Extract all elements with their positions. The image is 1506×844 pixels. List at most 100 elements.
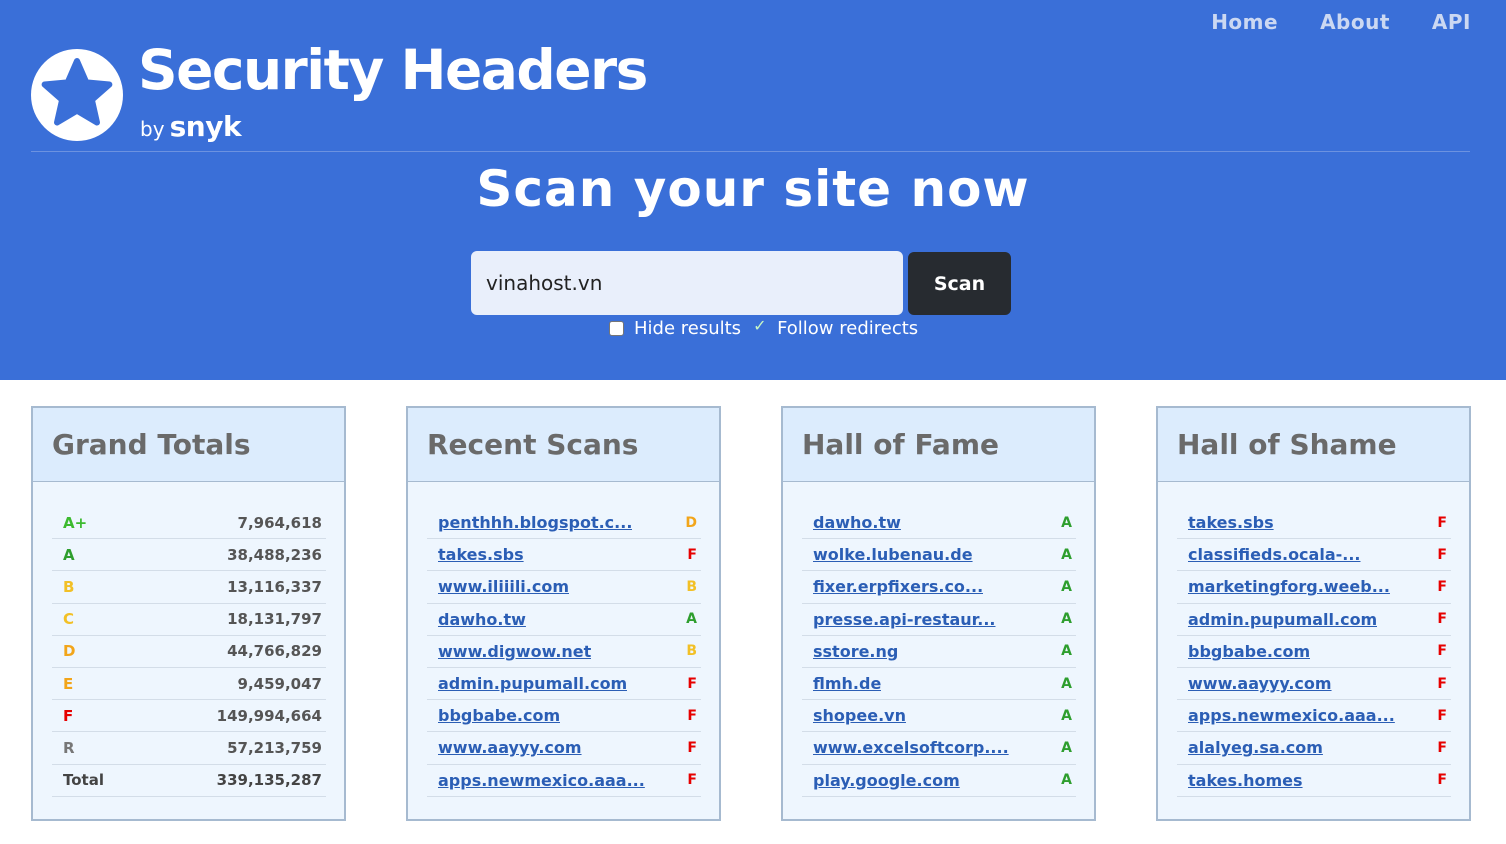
hall-of-shame-panel: Hall of Shame takes.sbs F classifieds.oca… (1156, 406, 1471, 821)
list-item: play.google.com A (802, 765, 1076, 797)
site-link[interactable]: sstore.ng (813, 642, 898, 661)
list-item: admin.pupumall.com F (1177, 604, 1451, 636)
grade-badge: F (1437, 578, 1447, 595)
panel-title: Recent Scans (427, 428, 639, 461)
follow-redirects-checkbox[interactable] (752, 316, 767, 336)
list-item: alalyeg.sa.com F (1177, 732, 1451, 765)
panel-title: Grand Totals (52, 428, 251, 461)
grade-badge: F (1437, 514, 1447, 531)
site-link[interactable]: admin.pupumall.com (1188, 610, 1377, 629)
table-row: A+ 7,964,618 (52, 507, 326, 540)
nav-home[interactable]: Home (1211, 10, 1278, 34)
site-link[interactable]: presse.api-restaur... (813, 610, 996, 629)
site-link[interactable]: www.aayyy.com (438, 738, 582, 757)
site-link[interactable]: wolke.lubenau.de (813, 545, 973, 564)
nav-api[interactable]: API (1432, 10, 1471, 34)
site-link[interactable]: marketingforg.weeb... (1188, 577, 1390, 596)
grade-badge: B (686, 643, 697, 660)
site-link[interactable]: www.digwow.net (438, 642, 591, 661)
site-link[interactable]: flmh.de (813, 674, 881, 693)
list-item: flmh.de A (802, 668, 1076, 701)
table-row: A 38,488,236 (52, 539, 326, 572)
site-link[interactable]: play.google.com (813, 771, 960, 790)
grade-count: 38,488,236 (227, 545, 322, 564)
site-link[interactable]: bbgbabe.com (438, 706, 560, 725)
grade-badge: F (687, 675, 697, 692)
top-nav: Home About API (1169, 10, 1471, 34)
grade-count: 44,766,829 (227, 642, 322, 661)
panel-title: Hall of Shame (1177, 428, 1397, 461)
grade-label: R (63, 738, 75, 757)
site-link[interactable]: bbgbabe.com (1188, 642, 1310, 661)
grade-badge: A (1061, 611, 1072, 628)
table-row: R 57,213,759 (52, 732, 326, 765)
grade-badge: F (1437, 546, 1447, 563)
page-title: Scan your site now (476, 160, 1030, 218)
panel-header: Recent Scans (408, 408, 719, 482)
site-link[interactable]: apps.newmexico.aaa... (1188, 706, 1395, 725)
site-link[interactable]: fixer.erpfixers.co... (813, 577, 983, 596)
grade-label: B (63, 577, 75, 596)
grade-badge: A (1061, 772, 1072, 789)
list-item: takes.homes F (1177, 765, 1451, 797)
recent-scans-list: penthhh.blogspot.c... D takes.sbs F www.il… (427, 507, 701, 797)
hall-of-fame-panel: Hall of Fame dawho.tw A wolke.lubenau.de A… (781, 406, 1096, 821)
list-item: wolke.lubenau.de A (802, 539, 1076, 572)
grade-label: C (63, 610, 75, 629)
scan-button[interactable]: Scan (908, 252, 1011, 315)
by-prefix: by (140, 117, 165, 141)
site-link[interactable]: shopee.vn (813, 706, 906, 725)
site-link[interactable]: apps.newmexico.aaa... (438, 771, 645, 790)
list-item: bbgbabe.com F (427, 700, 701, 733)
follow-redirects-label[interactable]: Follow redirects (777, 318, 918, 339)
grade-badge: F (687, 772, 697, 789)
table-row: D 44,766,829 (52, 636, 326, 668)
table-row: B 13,116,337 (52, 571, 326, 604)
site-link[interactable]: alalyeg.sa.com (1188, 738, 1323, 757)
site-link[interactable]: www.excelsoftcorp.... (813, 738, 1009, 757)
site-link[interactable]: takes.homes (1188, 771, 1303, 790)
grade-label: F (63, 706, 74, 725)
list-item: classifieds.ocala-... F (1177, 539, 1451, 572)
recent-scans-panel: Recent Scans penthhh.blogspot.c... D take… (406, 406, 721, 821)
site-link[interactable]: classifieds.ocala-... (1188, 545, 1361, 564)
total-row: Total 339,135,287 (52, 765, 326, 797)
site-link[interactable]: admin.pupumall.com (438, 674, 627, 693)
panel-header: Hall of Shame (1158, 408, 1469, 482)
panel-header: Grand Totals (33, 408, 344, 482)
site-link[interactable]: www.aayyy.com (1188, 674, 1332, 693)
hero-section: Security Headers by snyk Home About API … (0, 0, 1506, 380)
list-item: admin.pupumall.com F (427, 668, 701, 701)
grade-badge: F (1437, 611, 1447, 628)
site-link[interactable]: takes.sbs (438, 545, 524, 564)
site-link[interactable]: dawho.tw (813, 513, 901, 532)
brand-byline: by snyk (140, 110, 242, 143)
hall-of-fame-list: dawho.tw A wolke.lubenau.de A fixer.erpfix… (802, 507, 1076, 797)
list-item: apps.newmexico.aaa... F (1177, 700, 1451, 733)
total-count: 339,135,287 (216, 771, 322, 790)
grand-totals-panel: Grand Totals A+ 7,964,618 A 38,488,236 B 13… (31, 406, 346, 821)
hide-results-label[interactable]: Hide results (634, 318, 741, 339)
list-item: www.aayyy.com F (1177, 668, 1451, 701)
hide-results-checkbox[interactable] (609, 321, 624, 336)
list-item: www.excelsoftcorp.... A (802, 732, 1076, 765)
site-link[interactable]: www.iliiili.com (438, 577, 569, 596)
site-link[interactable]: dawho.tw (438, 610, 526, 629)
site-link[interactable]: penthhh.blogspot.c... (438, 513, 632, 532)
list-item: marketingforg.weeb... F (1177, 571, 1451, 604)
grade-badge: F (687, 707, 697, 724)
grand-totals-list: A+ 7,964,618 A 38,488,236 B 13,116,337 C 18,… (52, 507, 326, 797)
snyk-logo: snyk (169, 110, 242, 143)
site-title[interactable]: Security Headers (138, 38, 648, 102)
site-link[interactable]: takes.sbs (1188, 513, 1274, 532)
grade-count: 149,994,664 (216, 706, 322, 725)
list-item: dawho.tw A (802, 507, 1076, 540)
list-item: presse.api-restaur... A (802, 604, 1076, 636)
grade-badge: A (1061, 514, 1072, 531)
star-icon[interactable] (31, 49, 123, 141)
nav-about[interactable]: About (1320, 10, 1390, 34)
list-item: penthhh.blogspot.c... D (427, 507, 701, 540)
url-input[interactable] (471, 251, 903, 315)
grade-count: 18,131,797 (227, 610, 322, 629)
list-item: www.digwow.net B (427, 636, 701, 668)
